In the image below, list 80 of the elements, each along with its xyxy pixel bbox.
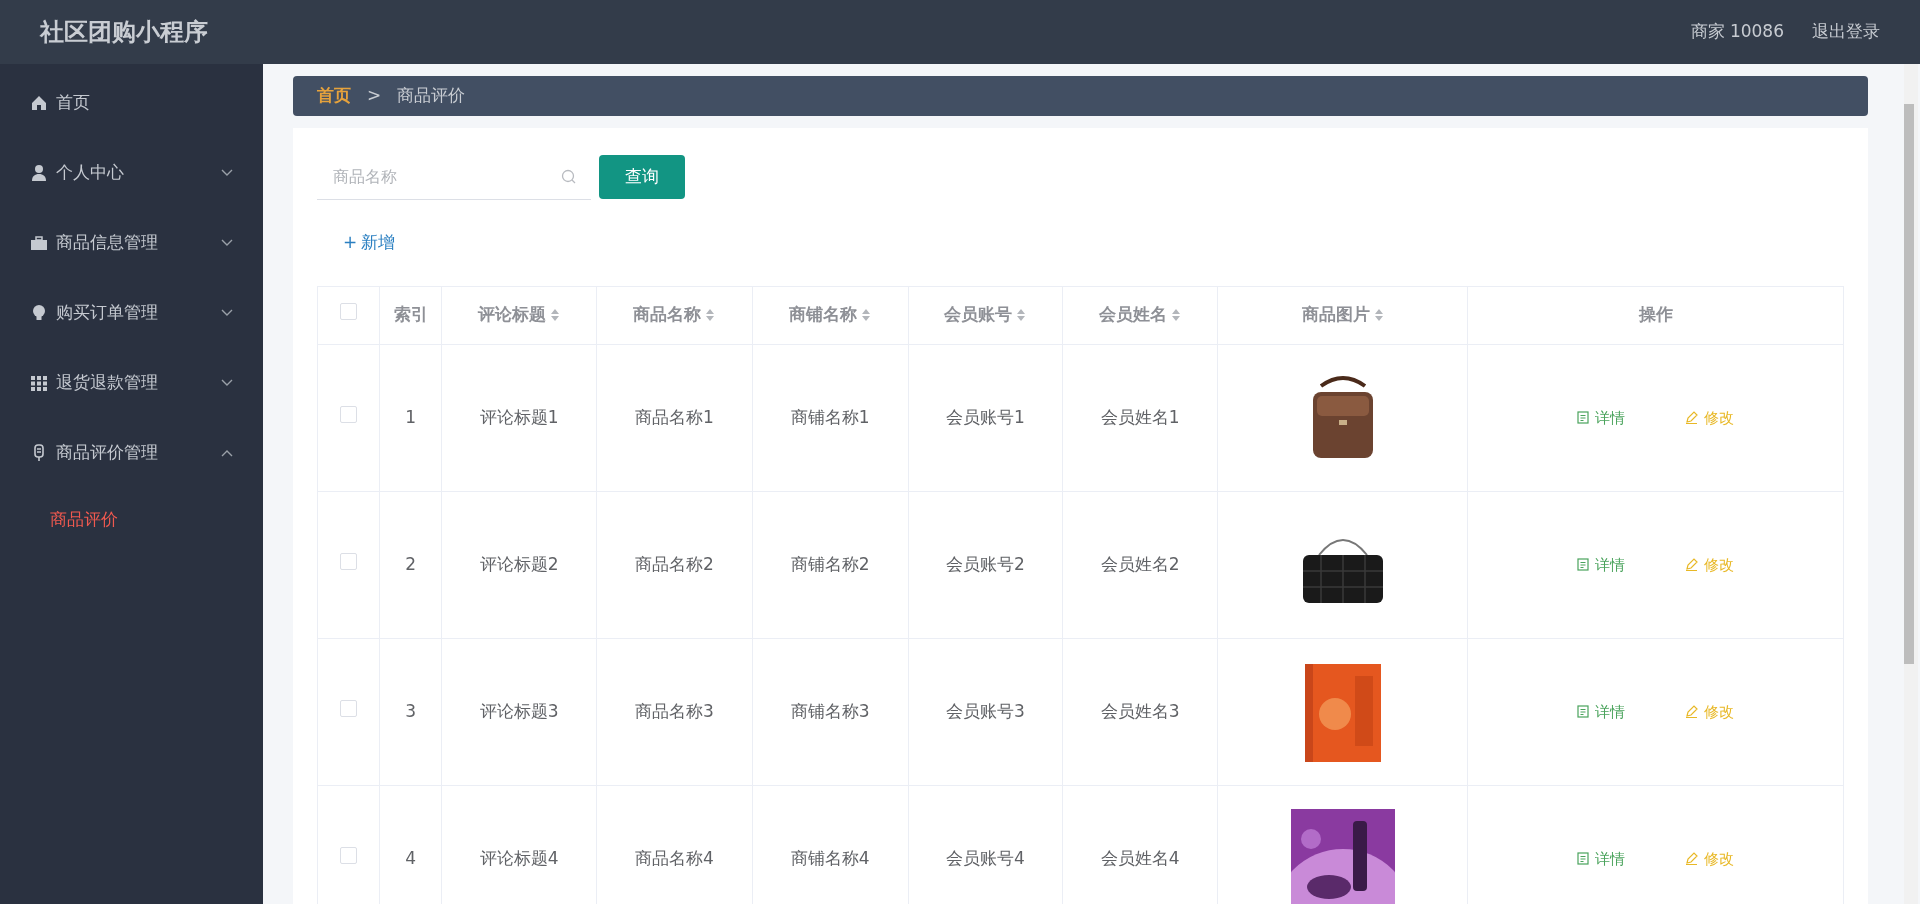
column-header: 操作	[1467, 286, 1844, 344]
document-icon	[1577, 704, 1590, 718]
chevron-up-icon	[221, 449, 233, 457]
chevron-down-icon	[221, 379, 233, 387]
edit-button[interactable]: 修改	[1681, 553, 1739, 577]
details-button[interactable]: 详情	[1573, 553, 1630, 577]
details-button[interactable]: 详情	[1573, 700, 1630, 724]
briefcase-icon	[30, 234, 48, 252]
table-cell: 商品名称2	[596, 491, 753, 638]
sidebar-item[interactable]: 退货退款管理	[0, 348, 263, 418]
sidebar-item[interactable]: 首页	[0, 68, 263, 138]
row-checkbox[interactable]	[340, 846, 358, 864]
add-button[interactable]: + 新增	[317, 224, 422, 262]
pencil-icon	[1685, 851, 1699, 865]
pencil-icon	[1685, 410, 1699, 424]
sort-icon	[705, 308, 716, 323]
table-cell: 评论标题1	[441, 344, 597, 491]
table-cell: 会员姓名2	[1062, 491, 1218, 638]
row-checkbox[interactable]	[340, 552, 358, 570]
details-button[interactable]: 详情	[1573, 847, 1630, 871]
logout-link[interactable]: 退出登录	[1812, 21, 1880, 42]
document-icon	[1577, 557, 1590, 571]
column-header[interactable]: 商铺名称	[752, 286, 909, 344]
chevron-down-icon	[221, 169, 233, 177]
merchant-label: 商家 10086	[1690, 21, 1784, 42]
row-checkbox[interactable]	[340, 699, 358, 717]
column-header[interactable]: 会员姓名	[1062, 286, 1218, 344]
grid-icon	[30, 374, 48, 392]
table-cell: 商铺名称2	[752, 491, 909, 638]
column-header[interactable]: 商品图片	[1217, 286, 1468, 344]
table-cell: 评论标题3	[441, 638, 597, 785]
search-icon	[561, 169, 577, 185]
sort-icon	[550, 308, 561, 323]
sidebar-item[interactable]: 商品评价管理	[0, 418, 263, 488]
table-cell: 评论标题2	[441, 491, 597, 638]
query-button[interactable]: 查询	[599, 155, 685, 199]
scrollbar[interactable]	[1904, 64, 1918, 904]
edit-button[interactable]: 修改	[1681, 700, 1739, 724]
chevron-down-icon	[221, 309, 233, 317]
pencil-icon	[1685, 704, 1699, 718]
sort-icon	[861, 308, 872, 323]
column-header[interactable]: 评论标题	[441, 286, 597, 344]
table-cell: 会员账号1	[908, 344, 1063, 491]
sidebar-item[interactable]: 购买订单管理	[0, 278, 263, 348]
person-icon	[30, 164, 48, 182]
edit-button[interactable]: 修改	[1681, 847, 1739, 871]
table-cell: 商品名称3	[596, 638, 753, 785]
column-header: 索引	[379, 286, 442, 344]
table-cell: 会员账号2	[908, 491, 1063, 638]
bulb-icon	[30, 304, 48, 322]
sort-icon	[1016, 308, 1027, 323]
document-icon	[1577, 851, 1590, 865]
details-button[interactable]: 详情	[1573, 406, 1630, 430]
table-cell: 商铺名称1	[752, 344, 909, 491]
sort-icon	[1171, 308, 1182, 323]
table-cell: 会员账号3	[908, 638, 1063, 785]
breadcrumb-separator: >	[367, 84, 382, 108]
breadcrumb-current: 商品评价	[397, 84, 466, 108]
table-cell: 会员姓名1	[1062, 344, 1218, 491]
table-cell: 商品名称1	[596, 344, 753, 491]
column-header[interactable]: 商品名称	[596, 286, 753, 344]
table-cell: 2	[379, 491, 442, 638]
row-checkbox[interactable]	[340, 405, 358, 423]
chevron-down-icon	[221, 239, 233, 247]
column-header[interactable]: 会员账号	[908, 286, 1063, 344]
home-icon	[30, 94, 48, 112]
table-cell: 商铺名称3	[752, 638, 909, 785]
edit-button[interactable]: 修改	[1681, 406, 1739, 430]
document-icon	[1577, 410, 1590, 424]
table-cell: 3	[379, 638, 442, 785]
breadcrumb-link[interactable]: 首页	[317, 83, 351, 109]
pencil-icon	[1685, 557, 1699, 571]
select-all-checkbox[interactable]	[340, 303, 358, 321]
sidebar-item[interactable]: 个人中心	[0, 138, 263, 208]
sort-icon	[1373, 308, 1384, 323]
app-title: 社区团购小程序	[40, 17, 208, 48]
sidebar-item[interactable]: 商品信息管理	[0, 208, 263, 278]
table-cell: 1	[379, 344, 442, 491]
table-cell: 会员姓名3	[1062, 638, 1218, 785]
sidebar-subitem[interactable]: 商品评价	[0, 488, 263, 552]
